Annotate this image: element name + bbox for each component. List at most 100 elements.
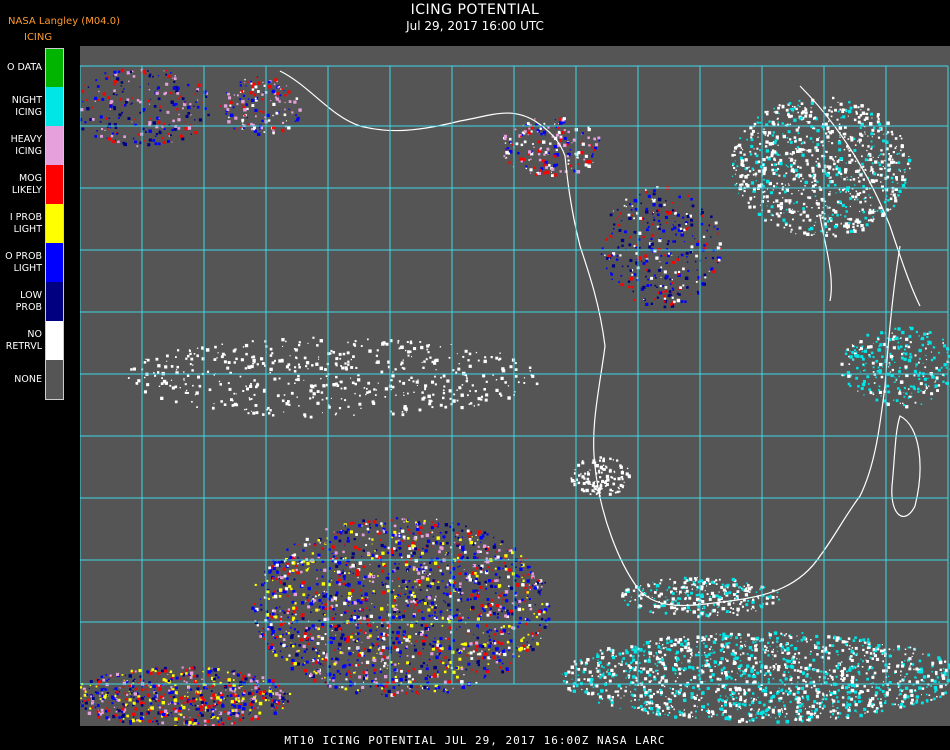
icing-pixel (877, 173, 879, 176)
icing-pixel (408, 528, 411, 531)
icing-pixel (434, 675, 437, 678)
icing-pixel (459, 613, 461, 615)
icing-pixel (680, 300, 684, 303)
icing-pixel (177, 127, 181, 130)
icing-pixel (482, 374, 486, 378)
icing-pixel (365, 615, 369, 618)
icing-pixel (810, 107, 812, 109)
icing-pixel (893, 399, 895, 401)
icing-pixel (488, 604, 492, 608)
icing-pixel (617, 223, 621, 227)
icing-pixel (804, 114, 808, 118)
icing-pixel (432, 640, 434, 643)
icing-pixel (865, 169, 867, 171)
icing-pixel (176, 92, 180, 95)
icing-pixel (903, 392, 905, 394)
icing-pixel (170, 78, 172, 80)
icing-pixel (499, 605, 502, 608)
icing-pixel (360, 616, 362, 618)
icing-pixel (391, 631, 394, 634)
icing-pixel (304, 662, 306, 664)
icing-pixel (185, 681, 188, 684)
icing-pixel (126, 693, 129, 696)
icing-pixel (861, 228, 865, 232)
icing-pixel (404, 593, 406, 595)
icing-pixel (533, 584, 535, 586)
icing-pixel (379, 651, 383, 655)
icing-pixel (349, 522, 353, 526)
icing-pixel (321, 625, 324, 628)
icing-pixel (323, 590, 325, 593)
icing-pixel (117, 140, 120, 144)
icing-pixel (484, 561, 486, 563)
icing-pixel (924, 334, 926, 336)
icing-pixel (369, 609, 371, 611)
icing-pixel (668, 252, 670, 255)
icing-pixel (703, 282, 706, 286)
icing-pixel (930, 351, 932, 353)
icing-pixel (482, 632, 484, 634)
icing-pixel (375, 643, 379, 646)
icing-pixel (434, 561, 438, 565)
icing-pixel (856, 224, 859, 227)
icing-pixel (274, 706, 278, 710)
icing-pixel (743, 130, 746, 133)
icing-pixel (236, 701, 238, 704)
icing-pixel (456, 542, 459, 545)
icing-pixel (873, 133, 875, 135)
icing-pixel (859, 200, 862, 204)
icing-pixel (219, 383, 222, 386)
icing-pixel (85, 99, 88, 102)
icing-pixel (859, 127, 862, 129)
icing-pixel (682, 267, 685, 271)
icing-pixel (519, 616, 522, 620)
icing-pixel (152, 684, 156, 688)
icing-pixel (773, 158, 776, 161)
icing-pixel (642, 285, 646, 289)
icing-pixel (853, 118, 857, 122)
icing-pixel (242, 358, 244, 361)
icing-pixel (314, 591, 318, 594)
icing-pixel (470, 531, 473, 533)
icing-pixel (423, 636, 425, 638)
icing-pixel (901, 183, 906, 188)
icing-pixel (307, 586, 311, 591)
icing-pixel (880, 153, 883, 156)
icing-pixel (633, 273, 637, 276)
icing-pixel (849, 106, 853, 110)
icing-pixel (121, 674, 124, 676)
icing-pixel (350, 358, 352, 361)
icing-pixel (779, 158, 783, 162)
icing-pixel (888, 362, 891, 364)
icing-pixel (642, 235, 645, 239)
icing-pixel (890, 193, 892, 195)
icing-pixel (126, 98, 130, 102)
icing-pixel (410, 552, 412, 554)
icing-pixel (864, 216, 868, 220)
icing-pixel (682, 216, 685, 219)
icing-pixel (334, 536, 338, 540)
icing-pixel (811, 207, 813, 209)
icing-pixel (202, 671, 204, 673)
icing-pixel (106, 694, 109, 697)
icing-pixel (850, 138, 854, 142)
icing-pixel (529, 588, 531, 591)
icing-pixel (250, 398, 253, 400)
icing-pixel (189, 716, 191, 718)
icing-pixel (442, 690, 445, 693)
icing-pixel (249, 712, 251, 714)
icing-pixel (687, 194, 690, 197)
icing-pixel (277, 684, 280, 687)
icing-pixel (712, 258, 715, 260)
icing-pixel (193, 675, 197, 678)
icing-pixel (125, 698, 128, 701)
icing-pixel (322, 594, 326, 598)
icing-pixel (538, 610, 541, 614)
icing-pixel (94, 135, 97, 138)
icing-pixel (171, 690, 175, 694)
icing-pixel (187, 83, 190, 87)
icing-pixel (433, 617, 436, 620)
icing-pixel (697, 240, 700, 243)
icing-pixel (879, 362, 883, 367)
icing-pixel (403, 392, 405, 394)
